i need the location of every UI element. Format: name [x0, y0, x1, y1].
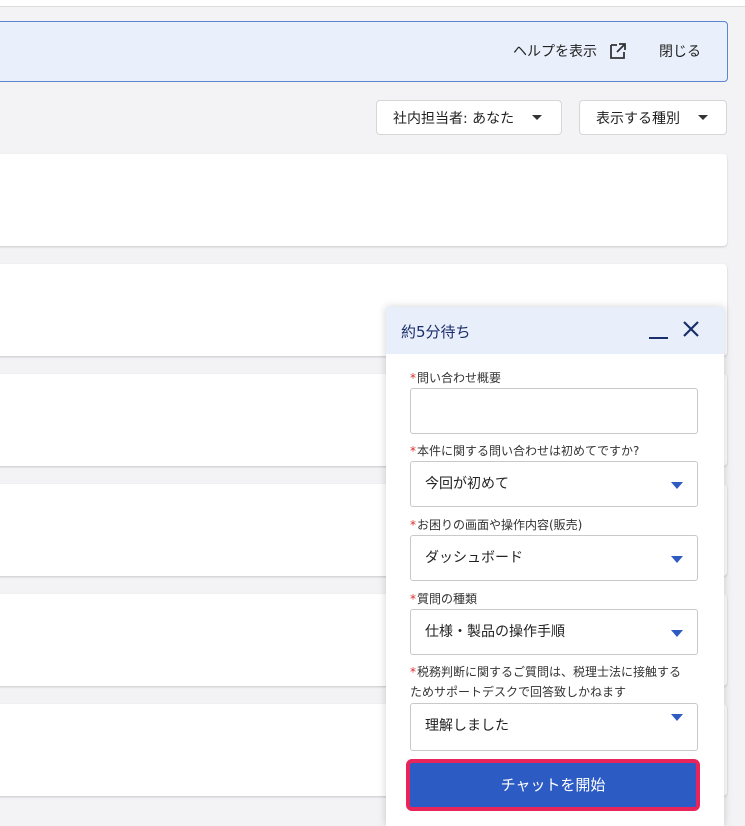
- minimize-icon[interactable]: [649, 337, 668, 339]
- first-time-select[interactable]: 今回が初めて: [410, 461, 698, 507]
- dropdown-triangle-icon: [671, 630, 683, 637]
- top-bar: [0, 0, 745, 7]
- question-type-select[interactable]: 仕様・製品の操作手順: [410, 609, 698, 655]
- start-chat-button[interactable]: チャットを開始: [406, 759, 700, 811]
- close-banner-button[interactable]: 閉じる: [659, 41, 701, 61]
- help-banner: ヘルプを表示 閉じる: [0, 21, 728, 82]
- chat-wait-time: 約5分待ち: [401, 323, 471, 341]
- close-icon[interactable]: [680, 318, 702, 340]
- field-label-first-time: *本件に関する問い合わせは初めてですか?: [410, 444, 640, 458]
- chevron-down-icon: [532, 115, 543, 120]
- type-filter-dropdown[interactable]: 表示する種別: [579, 100, 727, 135]
- help-link[interactable]: ヘルプを表示: [513, 41, 627, 61]
- summary-input[interactable]: [410, 388, 698, 434]
- type-filter-label: 表示する種別: [596, 110, 680, 127]
- external-link-icon: [610, 43, 626, 59]
- assignee-filter-label: 社内担当者: あなた: [393, 110, 515, 127]
- tax-notice-select[interactable]: 理解しました: [410, 703, 698, 751]
- dropdown-triangle-icon: [671, 482, 683, 489]
- screen-select[interactable]: ダッシュボード: [410, 535, 698, 581]
- assignee-filter-dropdown[interactable]: 社内担当者: あなた: [376, 100, 562, 135]
- chat-header: 約5分待ち: [386, 307, 724, 354]
- chevron-down-icon: [698, 115, 708, 120]
- dropdown-triangle-icon: [671, 714, 683, 721]
- field-label-summary: *問い合わせ概要: [410, 371, 502, 385]
- list-card[interactable]: [0, 154, 727, 246]
- dropdown-triangle-icon: [671, 556, 683, 563]
- field-label-question-type: *質問の種類: [410, 592, 478, 606]
- field-label-tax-notice: *税務判断に関するご質問は、税理士法に接触する ためサポートデスクで回答致しかね…: [410, 665, 682, 699]
- help-link-label: ヘルプを表示: [513, 44, 597, 60]
- chat-widget: 約5分待ち *問い合わせ概要 *本件に関する問い合わせは初めてですか? 今回が初…: [386, 307, 724, 826]
- field-label-screen: *お困りの画面や操作内容(販売): [410, 518, 583, 532]
